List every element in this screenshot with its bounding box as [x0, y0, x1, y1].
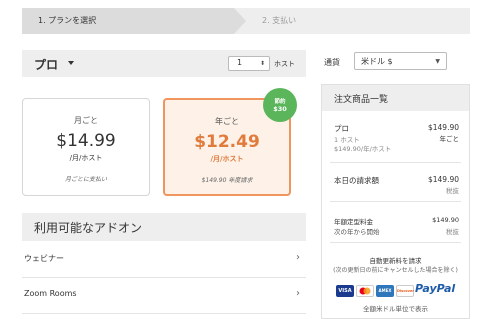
chevron-right-icon: ›	[296, 288, 300, 299]
annual-price-unit: /月/ホスト	[210, 155, 244, 163]
chevron-right-icon: ›	[296, 252, 300, 263]
currency-select[interactable]: 米ドル $ ▼	[354, 52, 447, 70]
today-charge-price: $149.90	[427, 175, 459, 184]
monthly-billing-option[interactable]: 月ごと $14.99 /月/ホスト 月ごとに支払い	[22, 98, 150, 196]
annual-billing-note: $149.90 年度請求	[201, 177, 253, 184]
monthly-price-unit: /月/ホスト	[69, 154, 103, 162]
divider	[330, 162, 461, 163]
currency-value: 米ドル $	[361, 57, 393, 66]
order-summary: 注文商品一覧 プロ $149.90 年ごと 1 ホスト $149.90/年/ホス…	[321, 84, 470, 319]
today-charge-tax: 税抜	[446, 187, 459, 195]
host-quantity-unit: ホスト	[274, 60, 295, 68]
fixed-fee-tax: 税抜	[446, 228, 459, 236]
divider	[330, 242, 461, 243]
plan-bar: プロ 1 ⬍ ホスト	[22, 50, 306, 77]
addon-row-zoom-rooms[interactable]: Zoom Rooms ›	[22, 278, 306, 314]
monthly-billing-note: 月ごとに支払い	[64, 176, 107, 183]
currency-label: 通貨	[324, 58, 340, 67]
paypal-logo: PayPal	[415, 282, 456, 295]
checkout-steps: 1. プランを選択 2. 支払い	[22, 8, 470, 34]
select-arrows-icon: ⬍	[259, 60, 265, 67]
addons-header: 利用可能なアドオン	[22, 213, 306, 241]
order-summary-title: 注文商品一覧	[334, 95, 389, 105]
fixed-fee-start: 次の年から開始	[334, 228, 380, 236]
currency-footer-note: 全額米ドル単位で表示	[363, 305, 428, 313]
chevron-down-icon[interactable]	[68, 61, 74, 65]
monthly-price: $14.99	[56, 131, 116, 151]
fixed-fee-label: 年額定型料金	[334, 218, 373, 226]
summary-plan-rate: $149.90/年/ホスト	[334, 145, 392, 153]
step-2-label: 2. 支払い	[262, 16, 297, 25]
mastercard-icon	[356, 285, 374, 297]
divider	[330, 201, 461, 202]
annual-price: $12.49	[194, 132, 260, 152]
visa-icon: VISA	[336, 285, 354, 297]
addon-label: ウェビナー	[24, 254, 64, 263]
summary-plan-price: $149.90	[427, 123, 459, 132]
summary-plan-period: 年ごと	[439, 135, 460, 143]
savings-badge: 節約 $30	[263, 88, 297, 122]
auto-renew-title: 自動更新料を請求	[369, 257, 422, 265]
fixed-fee-price: $149.90	[432, 216, 459, 224]
payment-methods: VISA AMEX Discover PayPal	[330, 282, 466, 298]
chevron-down-icon: ▼	[435, 58, 440, 65]
amex-icon: AMEX	[376, 285, 394, 297]
summary-plan-name: プロ	[334, 124, 349, 133]
order-summary-header: 注文商品一覧	[322, 85, 469, 111]
savings-badge-label: 節約	[274, 99, 286, 105]
today-charge-label: 本日の請求額	[334, 176, 379, 185]
host-quantity-value: 1	[237, 58, 243, 67]
addons-title: 利用可能なアドオン	[34, 221, 143, 235]
step-1-label: 1. プランを選択	[38, 16, 97, 25]
plan-dropdown[interactable]: プロ	[34, 56, 58, 73]
addon-row-webinar[interactable]: ウェビナー ›	[22, 242, 306, 278]
addon-label: Zoom Rooms	[24, 289, 77, 298]
savings-badge-amount: $30	[273, 105, 287, 113]
discover-icon: Discover	[396, 285, 414, 297]
auto-renew-note: (次の更新日の前にキャンセルした場合を除く)	[333, 267, 458, 274]
monthly-period-label: 月ごと	[74, 116, 98, 125]
host-quantity-select[interactable]: 1 ⬍	[228, 56, 270, 71]
